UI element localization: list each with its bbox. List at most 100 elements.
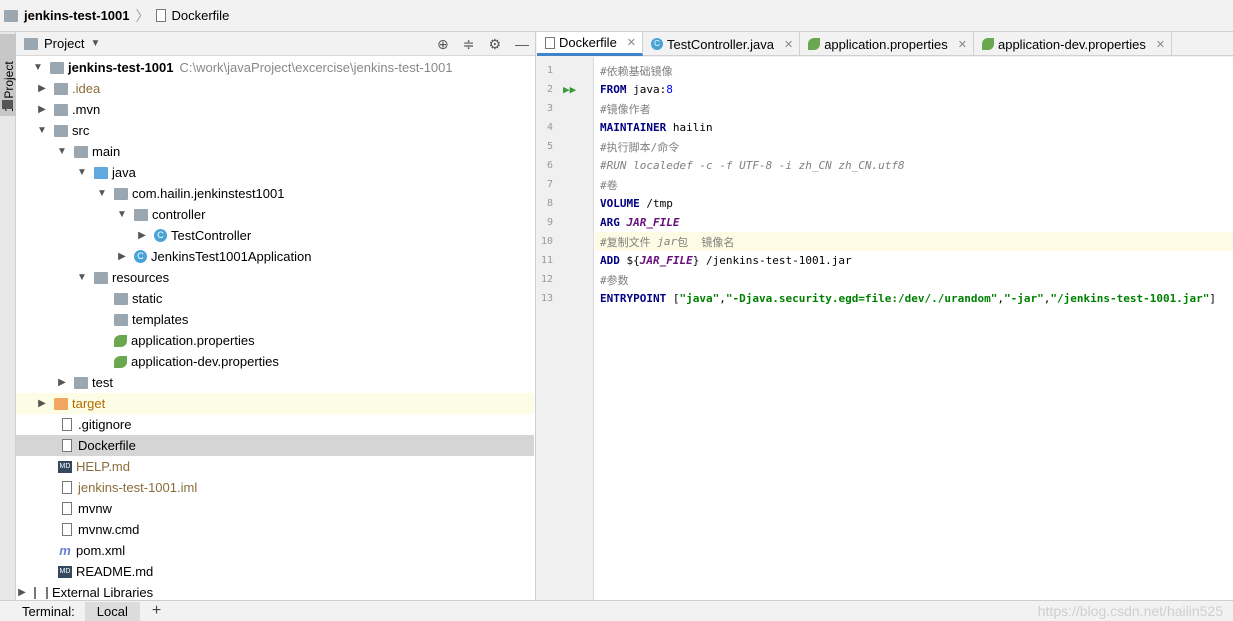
tree-node-label: mvnw.cmd xyxy=(78,522,140,537)
gear-icon[interactable]: ⚙ xyxy=(488,36,501,53)
close-icon[interactable]: ✕ xyxy=(958,38,967,51)
chevron-right-icon[interactable]: ▶ xyxy=(36,83,48,94)
tab-dockerfile[interactable]: Dockerfile ✕ xyxy=(537,32,644,56)
tree-node-application-dev-properties[interactable]: application-dev.properties xyxy=(16,351,534,372)
line-number: 2 xyxy=(546,84,553,95)
spring-properties-icon xyxy=(981,38,994,50)
tree-node-label: mvnw xyxy=(78,501,112,516)
chevron-right-icon[interactable]: ▶ xyxy=(36,104,48,115)
breadcrumb-file[interactable]: Dockerfile xyxy=(155,0,229,31)
code-token: , xyxy=(997,292,1005,305)
tree-node-resources[interactable]: ▼ resources xyxy=(16,267,534,288)
folder-icon xyxy=(54,82,68,95)
tree-node-controller[interactable]: ▼ controller xyxy=(16,204,534,225)
comment-token: #执行脚本/命令 xyxy=(600,140,680,154)
tab-label: application.properties xyxy=(824,36,948,52)
code-editor[interactable]: 1 2 3 4 5 6 7 8 9 10 11 12 13 ▶▶ #依赖基础镜像… xyxy=(537,57,1233,600)
chevron-down-icon[interactable]: ▼ xyxy=(96,188,108,199)
tree-node-readme[interactable]: MD README.md xyxy=(16,561,534,582)
tab-application-properties[interactable]: application.properties ✕ xyxy=(800,32,974,56)
variable-token: JAR_FILE xyxy=(619,216,680,229)
chevron-right-icon: 〉 xyxy=(135,7,150,24)
code-line-current: #复制文件 jar 包 镜像名 xyxy=(595,232,1233,251)
tree-node-templates[interactable]: templates xyxy=(16,309,534,330)
breadcrumb-project[interactable]: jenkins-test-1001 xyxy=(4,0,130,31)
tree-node-help-md[interactable]: MD HELP.md xyxy=(16,456,534,477)
tree-node-mvnw[interactable]: mvnw xyxy=(16,498,534,519)
chevron-right-icon[interactable]: ▶ xyxy=(56,377,68,388)
chevron-right-icon[interactable]: ▶ xyxy=(116,251,128,262)
tree-node-mvnw-cmd[interactable]: mvnw.cmd xyxy=(16,519,534,540)
text-file-icon xyxy=(62,502,72,515)
code-line: #执行脚本/命令 xyxy=(595,137,1233,156)
chevron-right-icon[interactable]: ▶ xyxy=(36,398,48,409)
tree-node-iml[interactable]: jenkins-test-1001.iml xyxy=(16,477,534,498)
tree-node-label: application-dev.properties xyxy=(131,354,279,369)
code-line: #RUN localedef -c -f UTF-8 -i zh_CN zh_C… xyxy=(595,156,1233,175)
tree-node-main[interactable]: ▼ main xyxy=(16,141,534,162)
keyword-token: ARG xyxy=(600,216,620,229)
code-line: #卷 xyxy=(595,175,1233,194)
chevron-down-icon[interactable]: ▼ xyxy=(36,125,48,136)
run-icon[interactable]: ▶▶ xyxy=(563,83,576,96)
tree-node-java[interactable]: ▼ java xyxy=(16,162,534,183)
terminal-bar: Terminal: Local + https://blog.csdn.net/… xyxy=(0,600,1233,621)
tree-node-testcontroller[interactable]: ▶ C TestController xyxy=(16,225,534,246)
tree-node-mvn[interactable]: ▶ .mvn xyxy=(16,99,534,120)
tree-node-path: C:\work\javaProject\excercise\jenkins-te… xyxy=(179,60,453,75)
tree-node-gitignore[interactable]: .gitignore xyxy=(16,414,534,435)
tree-node-dockerfile[interactable]: Dockerfile xyxy=(16,435,534,456)
add-terminal-button[interactable]: + xyxy=(152,602,161,620)
collapse-all-icon[interactable]: ≑ xyxy=(463,36,475,53)
folder-icon xyxy=(114,313,128,326)
line-number: 10 xyxy=(540,236,553,247)
tree-node-src[interactable]: ▼ src xyxy=(16,120,534,141)
chevron-down-icon[interactable]: ▼ xyxy=(56,146,68,157)
code-token: , xyxy=(719,292,726,305)
tree-node-root[interactable]: ▼ jenkins-test-1001 C:\work\javaProject\ex… xyxy=(16,57,534,78)
chevron-down-icon[interactable]: ▼ xyxy=(32,62,44,73)
tree-node-test[interactable]: ▶ test xyxy=(16,372,534,393)
close-icon[interactable]: ✕ xyxy=(1156,38,1165,51)
tree-node-static[interactable]: static xyxy=(16,288,534,309)
chevron-down-icon[interactable]: ▼ xyxy=(116,209,128,220)
tree-node-external-libraries[interactable]: ▶ External Libraries xyxy=(16,582,534,600)
project-toolbar: ⊕ ≑ ⚙ — xyxy=(437,32,529,56)
close-icon[interactable]: ✕ xyxy=(784,38,793,51)
code-token: [ xyxy=(666,292,680,305)
project-tool-tab[interactable]: 1: Project xyxy=(0,34,16,116)
tab-application-dev-properties[interactable]: application-dev.properties ✕ xyxy=(974,32,1173,56)
locate-icon[interactable]: ⊕ xyxy=(437,36,449,53)
project-panel: Project ▼ ⊕ ≑ ⚙ — ▼ jenkins-test-1001 C:\w… xyxy=(16,32,536,600)
comment-token: #参数 xyxy=(600,273,629,287)
markdown-icon: MD xyxy=(58,565,72,578)
close-icon[interactable]: ✕ xyxy=(627,36,636,49)
chevron-down-icon[interactable]: ▼ xyxy=(76,167,88,178)
tab-testcontroller[interactable]: C TestController.java ✕ xyxy=(643,32,801,56)
chevron-right-icon[interactable]: ▶ xyxy=(16,587,28,598)
number-token: 8 xyxy=(666,83,673,96)
chevron-down-icon[interactable]: ▼ xyxy=(76,272,88,283)
tree-node-application[interactable]: ▶ C JenkinsTest1001Application xyxy=(16,246,534,267)
code-token: ] xyxy=(1209,292,1216,305)
code-line: #参数 xyxy=(595,270,1233,289)
line-number: 13 xyxy=(540,293,553,304)
code-token: ${ xyxy=(619,254,640,267)
terminal-tab-local[interactable]: Local xyxy=(84,601,140,621)
module-file-icon xyxy=(62,481,72,494)
tree-node-idea[interactable]: ▶ .idea xyxy=(16,78,534,99)
tree-node-pom[interactable]: m pom.xml xyxy=(16,540,534,561)
tree-node-package[interactable]: ▼ com.hailin.jenkinstest1001 xyxy=(16,183,534,204)
tree-node-label: application.properties xyxy=(131,333,255,348)
tree-node-label: pom.xml xyxy=(76,543,126,558)
watermark: https://blog.csdn.net/hailin525 xyxy=(1037,603,1223,619)
minimize-icon[interactable]: — xyxy=(515,36,529,52)
chevron-right-icon[interactable]: ▶ xyxy=(136,230,148,241)
dockerfile-icon xyxy=(155,9,166,22)
tree-node-label: com.hailin.jenkinstest1001 xyxy=(132,186,285,201)
project-view-selector[interactable]: Project ▼ xyxy=(24,36,100,51)
tree-node-target[interactable]: ▶ target xyxy=(16,393,534,414)
folder-icon xyxy=(2,100,13,109)
line-number: 9 xyxy=(546,217,553,228)
tree-node-application-properties[interactable]: application.properties xyxy=(16,330,534,351)
